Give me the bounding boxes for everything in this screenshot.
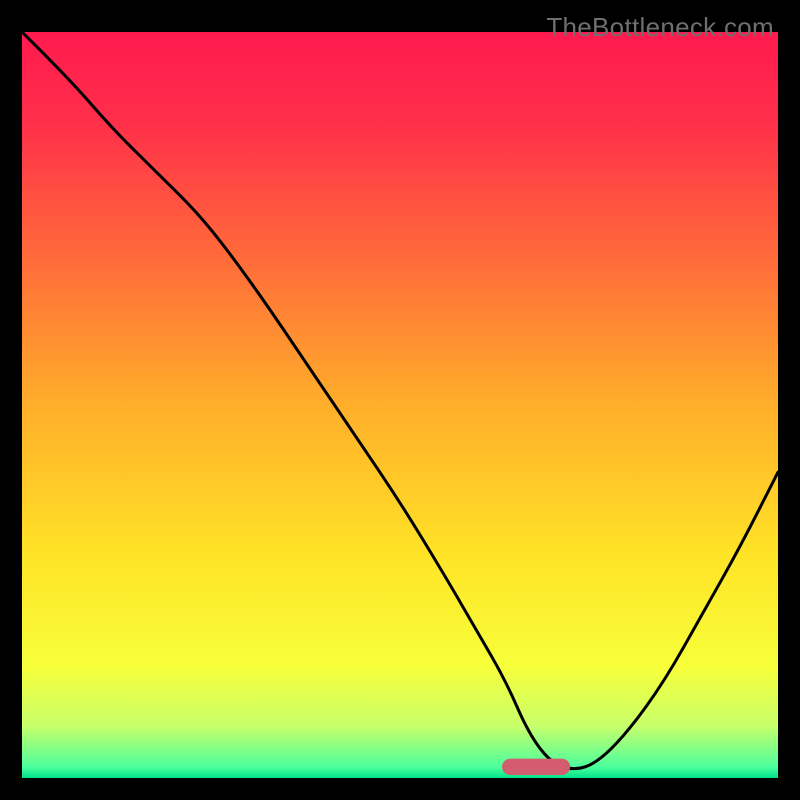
watermark-text: TheBottleneck.com: [546, 12, 774, 43]
optimal-marker: [502, 759, 570, 775]
gradient-background: [22, 32, 778, 778]
chart-frame: TheBottleneck.com: [12, 12, 788, 788]
bottleneck-chart: [22, 32, 778, 778]
